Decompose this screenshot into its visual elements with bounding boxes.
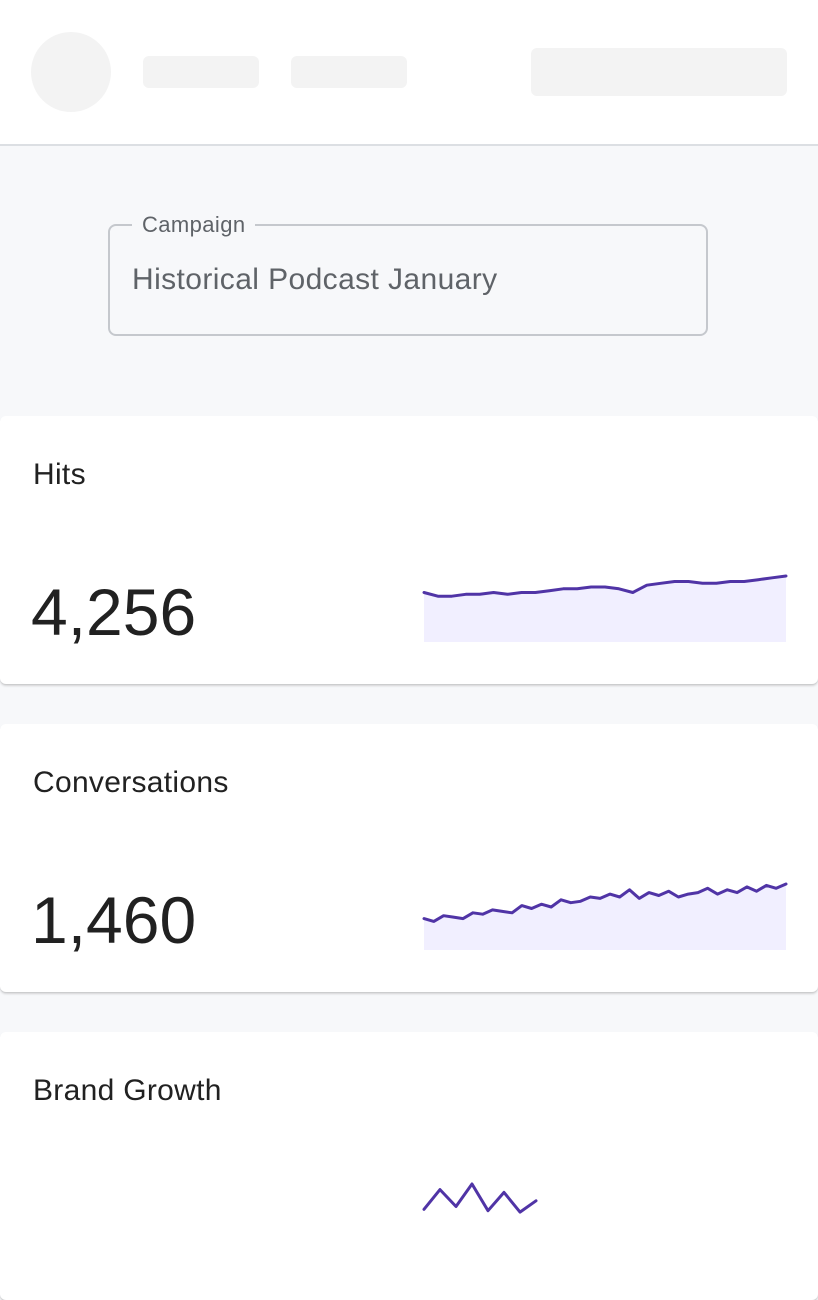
metric-card-brand-growth: Brand Growth bbox=[0, 1032, 818, 1300]
metric-value: 1,460 bbox=[31, 883, 197, 957]
campaign-field-label: Campaign bbox=[132, 212, 256, 238]
conversations-sparkline bbox=[422, 882, 788, 950]
sparkline-line bbox=[422, 1182, 538, 1214]
metric-card-conversations: Conversations 1,460 bbox=[0, 724, 818, 992]
metric-title: Hits bbox=[33, 458, 86, 491]
hits-sparkline bbox=[422, 574, 788, 642]
action-placeholder bbox=[531, 48, 787, 96]
metric-title: Conversations bbox=[33, 766, 229, 799]
avatar-placeholder bbox=[31, 32, 111, 112]
campaign-field[interactable]: Campaign Historical Podcast January bbox=[108, 212, 708, 336]
top-app-bar bbox=[0, 0, 818, 146]
sparkline-area bbox=[424, 884, 786, 950]
metric-value: 4,256 bbox=[31, 575, 197, 649]
nav-item-placeholder bbox=[291, 56, 407, 88]
metric-card-hits: Hits 4,256 bbox=[0, 416, 818, 684]
metric-title: Brand Growth bbox=[33, 1074, 222, 1107]
brand-growth-sparkline bbox=[422, 1182, 538, 1214]
nav-item-placeholder bbox=[143, 56, 259, 88]
campaign-field-value: Historical Podcast January bbox=[132, 263, 498, 296]
